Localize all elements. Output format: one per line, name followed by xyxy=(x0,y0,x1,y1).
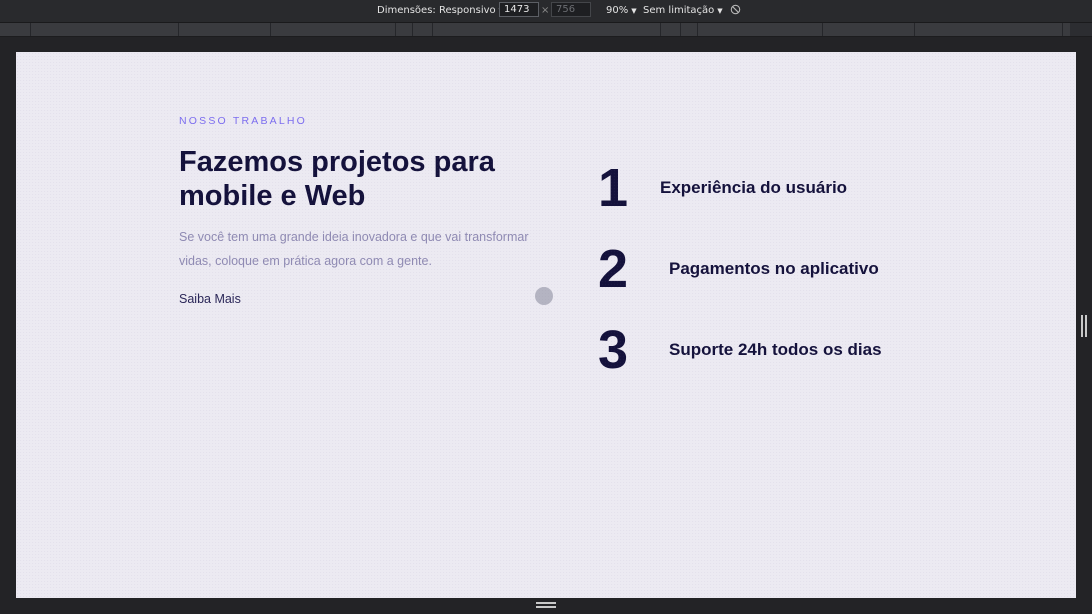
ruler-segment[interactable] xyxy=(697,23,698,36)
section-headline: Fazemos projetos para mobile e Web xyxy=(179,146,495,212)
feature-label: Pagamentos no aplicativo xyxy=(669,259,879,278)
ruler-segment[interactable] xyxy=(914,23,915,36)
resize-handle-right[interactable] xyxy=(1081,315,1087,337)
feature-label: Experiência do usuário xyxy=(660,178,848,197)
dimensions-dropdown[interactable]: Dimensões: Responsivo▼ xyxy=(377,5,504,17)
ruler-segment[interactable] xyxy=(660,23,661,36)
ruler-segment[interactable] xyxy=(395,23,396,36)
resize-handle-bottom[interactable] xyxy=(536,602,556,608)
ruler-segment[interactable] xyxy=(822,23,823,36)
chevron-down-icon: ▼ xyxy=(717,7,723,15)
ruler-segment[interactable] xyxy=(30,23,31,36)
throttle-value: Sem limitação xyxy=(643,5,715,16)
ruler-segment[interactable] xyxy=(680,23,681,36)
section-eyebrow: NOSSO TRABALHO xyxy=(179,115,308,127)
ruler-segment[interactable] xyxy=(178,23,179,36)
chevron-down-icon: ▼ xyxy=(631,7,637,15)
dimensions-label: Dimensões: Responsivo xyxy=(377,5,496,16)
ruler-segment[interactable] xyxy=(1062,23,1063,36)
dimension-separator: × xyxy=(541,5,550,16)
ruler-segment[interactable] xyxy=(270,23,271,36)
section-description: Se você tem uma grande ideia inovadora e… xyxy=(179,230,529,268)
zoom-dropdown[interactable]: 90% ▼ xyxy=(606,5,637,17)
height-input[interactable]: 756 xyxy=(551,2,591,17)
feature-number: 3 xyxy=(598,320,629,380)
ruler-highlight xyxy=(1070,23,1092,36)
feature-label: Suporte 24h todos os dias xyxy=(669,340,882,359)
page-viewport: NOSSO TRABALHO Fazemos projetos para mob… xyxy=(16,52,1076,598)
throttle-dropdown[interactable]: Sem limitação ▼ xyxy=(643,5,723,17)
rotate-icon[interactable] xyxy=(730,4,741,15)
ruler-segment[interactable] xyxy=(412,23,413,36)
media-query-bar[interactable] xyxy=(0,23,1092,37)
ruler-segment[interactable] xyxy=(432,23,433,36)
feature-number: 2 xyxy=(598,239,629,299)
feature-number: 1 xyxy=(598,158,629,218)
zoom-value: 90% xyxy=(606,5,629,16)
device-toolbar: Dimensões: Responsivo▼ 1473 × 756 90%▼ S… xyxy=(0,0,1092,23)
mouse-cursor xyxy=(535,287,553,305)
width-input[interactable]: 1473 xyxy=(499,2,539,17)
saiba-mais-link[interactable]: Saiba Mais xyxy=(179,292,241,306)
